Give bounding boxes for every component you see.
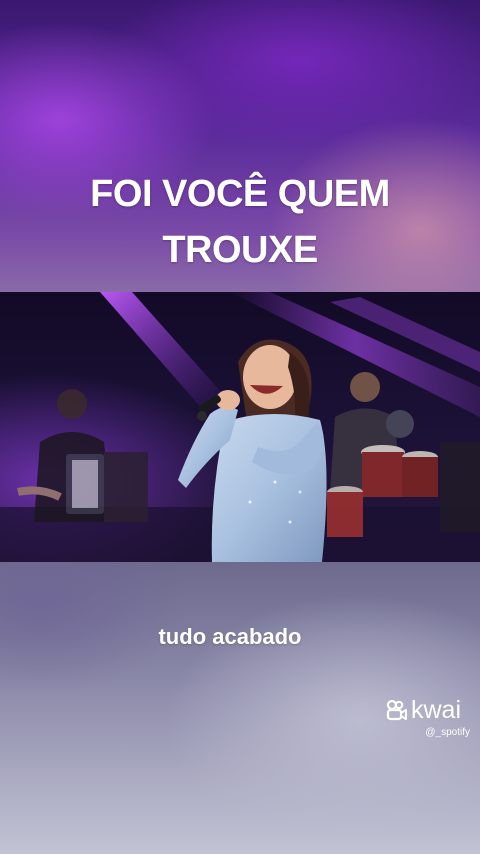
- kwai-logo-icon: [386, 699, 407, 721]
- lyrics-headline: FOI VOCÊ QUEM TROUXE: [0, 166, 480, 278]
- headline-line-2: TROUXE: [162, 229, 318, 271]
- concert-scene: [0, 292, 480, 562]
- creator-handle: @_spotify: [425, 727, 470, 738]
- kwai-brand-text: kwai: [411, 696, 462, 724]
- video-frame[interactable]: [0, 292, 480, 562]
- lyrics-subtitle: tudo acabado: [158, 624, 302, 649]
- kwai-watermark: kwai @_spotify: [386, 696, 470, 740]
- video-player-screen[interactable]: FOI VOCÊ QUEM TROUXE tudo acabado kwai @…: [0, 0, 480, 854]
- headline-line-1: FOI VOCÊ QUEM: [90, 173, 390, 215]
